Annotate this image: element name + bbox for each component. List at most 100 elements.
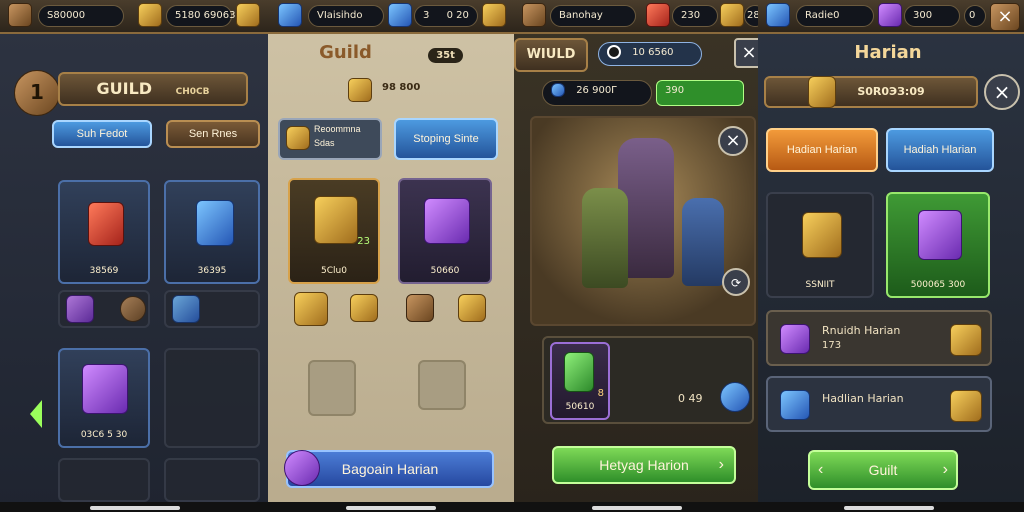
chevron-right-icon: › (942, 461, 948, 478)
close-button[interactable]: × (984, 74, 1020, 110)
gold-box-icon (286, 126, 310, 150)
equip-value: 23 (357, 236, 370, 247)
gold-value: 98 800 (382, 82, 421, 93)
gold-box-icon[interactable] (458, 294, 486, 322)
hero-card[interactable]: 03C6 5 30 (58, 348, 150, 448)
guilt-button[interactable]: ‹ Guilt › (808, 450, 958, 490)
item-card[interactable]: 8 50610 (550, 342, 610, 420)
tab-hadian-harian[interactable]: Hadian Harian (766, 128, 878, 172)
reward-button[interactable]: Reoommna Sdas (278, 118, 382, 160)
reward-row-title: Hadlian Harian (822, 392, 904, 405)
close-button[interactable]: × (734, 38, 758, 68)
bagoain-harian-button[interactable]: Bagoain Harian (284, 450, 494, 488)
item-slot[interactable] (58, 290, 150, 328)
green-value-pill[interactable]: 390 (656, 80, 744, 106)
home-indicator[interactable] (346, 506, 436, 510)
locked-slot (164, 458, 260, 502)
equip-card[interactable]: 23 5Clu0 (288, 178, 380, 284)
home-indicator[interactable] (90, 506, 180, 510)
purple-gem-icon (66, 295, 94, 323)
header-value: 10 6560 (632, 47, 674, 58)
battle-scene: × ⟳ (530, 116, 756, 326)
bronze-chest-icon (138, 3, 162, 27)
chevron-right-icon: › (718, 456, 724, 473)
tab-label: Suh Fedot (76, 128, 128, 140)
nav-bar (758, 502, 1024, 512)
gem-value: 3 (423, 10, 430, 21)
reward-row[interactable]: Rnuidh Harian 173 (766, 310, 992, 366)
clock-icon (607, 45, 621, 59)
equip-label: 5Clu0 (321, 266, 347, 276)
guild-panel: Ѕ80000 5180 69063 1 GUILD CH0CB Suh Fedo… (0, 0, 268, 512)
gold-gem-icon (808, 76, 836, 108)
left-arrow-icon[interactable] (30, 400, 42, 428)
purple-box-icon (918, 210, 962, 260)
reward-label: SSNIIT (805, 280, 835, 290)
wiuld-header: WIULD (514, 38, 588, 72)
chest-counter: 28 (744, 5, 758, 27)
close-icon[interactable]: × (990, 3, 1020, 31)
reward-card[interactable]: SSNIIT (766, 192, 874, 298)
guild-header: Guild 35t (282, 38, 500, 72)
locked-slot (58, 458, 150, 502)
purple-cube-icon (780, 324, 810, 354)
tab-hadiah-hlarian[interactable]: Hadiah Hlarian (886, 128, 994, 172)
blue-gem-icon (172, 295, 200, 323)
bronze-box-icon[interactable] (406, 294, 434, 322)
shield-icon[interactable] (8, 3, 32, 27)
home-indicator[interactable] (592, 506, 682, 510)
item-value: 8 (597, 388, 604, 399)
gold-counter: Ѕ80000 (38, 5, 124, 27)
reward-row[interactable]: Hadlian Harian (766, 376, 992, 432)
check-icon[interactable] (720, 382, 750, 412)
shield-icon[interactable] (766, 3, 790, 27)
tab-suh-fedot[interactable]: Suh Fedot (52, 120, 152, 148)
inventory-panel: VIaisihdo 3 0 20 Guild 35t 98 800 Reoomm… (268, 0, 514, 512)
golden-ticket-icon (802, 212, 842, 258)
refresh-icon[interactable]: ⟳ (722, 268, 750, 296)
gold-chest-icon (950, 390, 982, 422)
shield-icon[interactable] (278, 3, 302, 27)
ring-icon (120, 296, 146, 322)
shield-icon[interactable] (522, 3, 546, 27)
nav-bar (0, 502, 268, 512)
reward-row-value: 173 (822, 340, 842, 351)
stoping-label: Stoping Sinte (413, 133, 479, 145)
purple-crystal-icon (82, 364, 128, 414)
header-title: Guild (319, 42, 372, 63)
equip-label: 50660 (430, 266, 460, 276)
item-panel: 8 50610 0 49 (542, 336, 754, 424)
chevron-left-icon: ‹ (818, 461, 824, 478)
ruby-icon (646, 3, 670, 27)
home-indicator[interactable] (844, 506, 934, 510)
locked-slot (164, 348, 260, 448)
item-slot[interactable] (164, 290, 260, 328)
hetyag-harion-button[interactable]: Hetyag Harion › (552, 446, 736, 484)
equip-card[interactable]: 50660 (398, 178, 492, 284)
top-resource-bar: VIaisihdo 3 0 20 (268, 0, 514, 34)
hero-card[interactable]: 36395 (164, 180, 260, 284)
blue-gem-icon (780, 390, 810, 420)
chest-icon (720, 3, 744, 27)
bagoain-harian-label: Bagoain Harian (341, 461, 439, 477)
resource-pill: 26 900Г (542, 80, 652, 106)
hero-card[interactable]: 38569 (58, 180, 150, 284)
reward-label: 500065 300 (910, 280, 966, 290)
sword-icon (284, 450, 320, 486)
reward-label: Reoommna (314, 124, 361, 134)
reward-card[interactable]: 500065 300 (886, 192, 990, 298)
green-value: 390 (665, 85, 685, 96)
title-pill: Radie0 (796, 5, 874, 27)
gem-pouch-icon (878, 3, 902, 27)
chest-icon[interactable] (236, 3, 260, 27)
chest-icon[interactable] (482, 3, 506, 27)
gold-box-icon[interactable] (350, 294, 378, 322)
ruby-counter: 230 (672, 5, 718, 27)
stoping-button[interactable]: Stoping Sinte (394, 118, 498, 160)
close-scene-button[interactable]: × (718, 126, 748, 156)
count-value: 0 49 (678, 392, 703, 405)
gold-armor-icon[interactable] (294, 292, 328, 326)
gold-chest-icon (950, 324, 982, 356)
item-label: 50610 (565, 402, 595, 412)
tab-sen-rnes[interactable]: Sen Rnes (166, 120, 260, 148)
